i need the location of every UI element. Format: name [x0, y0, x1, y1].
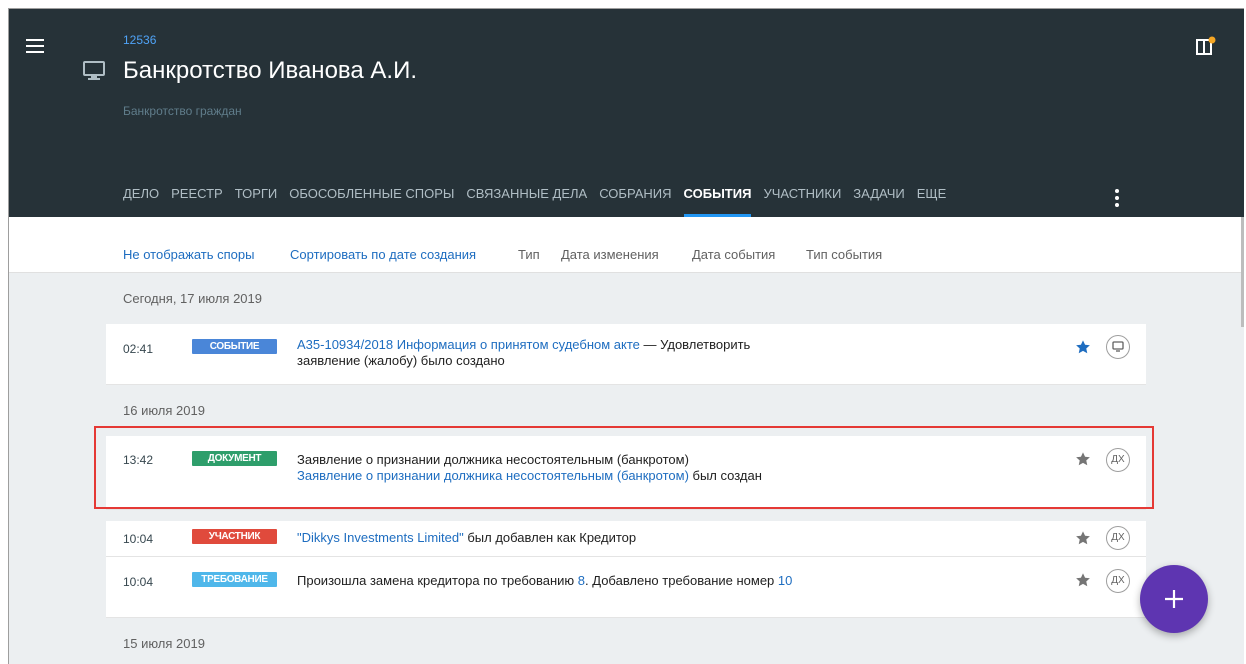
event-link[interactable]: А35-10934/2018 Информация о принятом суд… [297, 337, 640, 352]
event-type-badge: СОБЫТИЕ [192, 339, 277, 354]
scrollbar[interactable] [1241, 217, 1244, 327]
tab-more[interactable]: ЕЩЕ [917, 186, 947, 217]
monitor-icon [83, 61, 105, 80]
case-tabs: ДЕЛО РЕЕСТР ТОРГИ ОБОСОБЛЕННЫЕ СПОРЫ СВЯ… [123, 186, 958, 217]
more-vert-icon[interactable] [1114, 189, 1120, 207]
date-group-header: Сегодня, 17 июля 2019 [123, 291, 263, 306]
event-time: 10:04 [123, 532, 154, 546]
side-panel-icon[interactable] [1196, 36, 1216, 56]
star-icon[interactable] [1075, 339, 1091, 355]
filter-type[interactable]: Тип [518, 247, 540, 262]
date-group-header: 16 июля 2019 [123, 403, 205, 418]
filter-changed-date[interactable]: Дата изменения [561, 247, 659, 262]
selection-highlight [94, 426, 1154, 509]
event-link[interactable]: 8 [578, 573, 585, 588]
add-button[interactable] [1140, 565, 1208, 633]
filter-event-type[interactable]: Тип события [806, 247, 882, 262]
date-group-header: 15 июля 2019 [123, 636, 205, 651]
tab-delo[interactable]: ДЕЛО [123, 186, 159, 217]
event-row[interactable]: 10:04 УЧАСТНИК "Dikkys Investments Limit… [106, 521, 1146, 557]
plus-icon [1165, 590, 1183, 608]
case-subtitle: Банкротство граждан [123, 104, 242, 118]
event-description: Произошла замена кредитора по требованию… [297, 573, 793, 588]
event-time: 02:41 [123, 342, 154, 356]
event-time: 10:04 [123, 575, 154, 589]
event-type-badge: УЧАСТНИК [192, 529, 277, 544]
tab-tasks[interactable]: ЗАДАЧИ [853, 186, 904, 217]
hamburger-menu-icon[interactable] [26, 39, 44, 53]
tab-events[interactable]: СОБЫТИЯ [683, 186, 751, 217]
tab-related-cases[interactable]: СВЯЗАННЫЕ ДЕЛА [466, 186, 587, 217]
filter-event-date[interactable]: Дата события [692, 247, 775, 262]
star-icon[interactable] [1075, 572, 1091, 588]
hide-disputes-toggle[interactable]: Не отображать споры [123, 247, 254, 262]
dh-button[interactable]: ДХ [1106, 526, 1130, 550]
tab-meetings[interactable]: СОБРАНИЯ [599, 186, 671, 217]
dh-button[interactable]: ДХ [1106, 569, 1130, 593]
tab-reestr[interactable]: РЕЕСТР [171, 186, 223, 217]
event-link[interactable]: 10 [778, 573, 792, 588]
event-description: "Dikkys Investments Limited" был добавле… [297, 530, 637, 545]
case-number[interactable]: 12536 [123, 33, 156, 47]
event-link[interactable]: "Dikkys Investments Limited" [297, 530, 464, 545]
tab-participants[interactable]: УЧАСТНИКИ [763, 186, 841, 217]
sort-by-created-toggle[interactable]: Сортировать по дате создания [290, 247, 476, 262]
event-type-badge: ТРЕБОВАНИЕ [192, 572, 277, 587]
filter-bar: Не отображать споры Сортировать по дате … [9, 217, 1244, 273]
monitor-icon[interactable] [1106, 335, 1130, 359]
page-title: Банкротство Иванова А.И. [123, 57, 417, 84]
star-icon[interactable] [1075, 530, 1091, 546]
tab-separate-disputes[interactable]: ОБОСОБЛЕННЫЕ СПОРЫ [289, 186, 454, 217]
case-header: 12536 Банкротство Иванова А.И. Банкротст… [9, 9, 1244, 217]
event-row[interactable]: 02:41 СОБЫТИЕ А35-10934/2018 Информация … [106, 324, 1146, 385]
event-row[interactable]: 10:04 ТРЕБОВАНИЕ Произошла замена кредит… [106, 557, 1146, 618]
app-window: 12536 Банкротство Иванова А.И. Банкротст… [8, 8, 1244, 664]
tab-torgi[interactable]: ТОРГИ [235, 186, 278, 217]
event-description: А35-10934/2018 Информация о принятом суд… [297, 337, 751, 368]
